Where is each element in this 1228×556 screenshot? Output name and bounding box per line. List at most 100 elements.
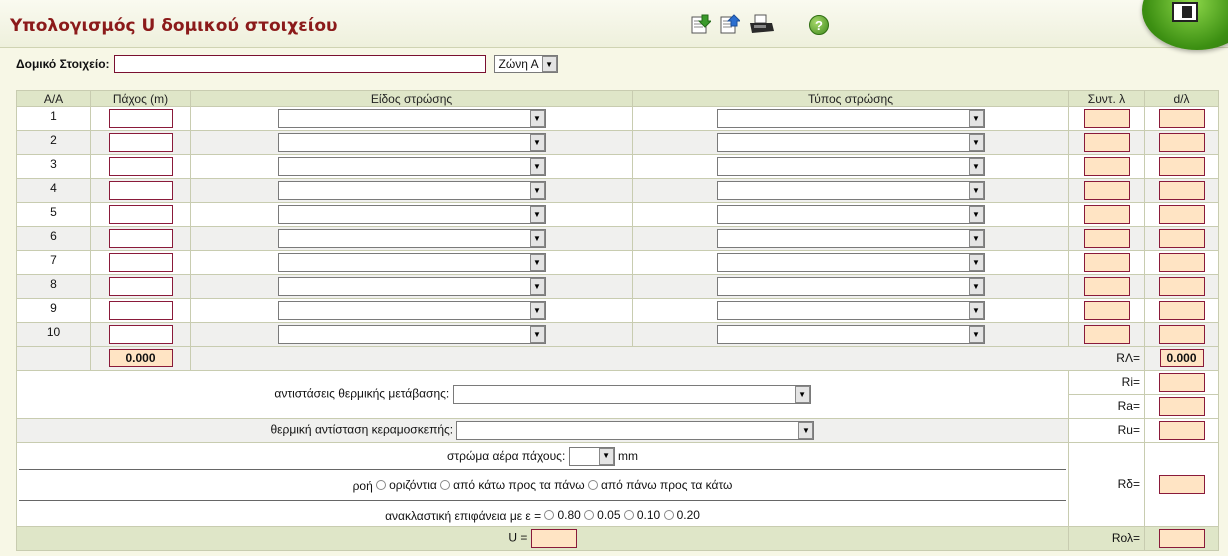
layer-type-select[interactable]: ▼ [716,157,985,176]
flow-option[interactable]: οριζόντια [376,470,437,500]
reflect-option[interactable]: 0.20 [663,501,700,529]
layer-kind-select[interactable]: ▼ [277,205,546,224]
thickness-input[interactable] [108,325,173,344]
row-number: 10 [16,322,91,347]
chevron-down-icon[interactable]: ▼ [529,206,545,223]
layer-kind-select[interactable]: ▼ [277,253,546,272]
d-lambda-value [1158,205,1205,224]
layer-type-select[interactable]: ▼ [716,109,985,128]
layer-type-select[interactable]: ▼ [716,133,985,152]
flow-option[interactable]: από πάνω προς τα κάτω [587,470,732,500]
zone-select[interactable]: Ζώνη Α ▼ [493,55,558,73]
total-thickness: 0.000 [108,349,173,368]
u-label: U = [508,530,528,545]
reflect-option[interactable]: 0.05 [584,501,621,529]
thickness-input[interactable] [108,301,173,320]
d-lambda-value [1158,109,1205,128]
table-header: Α/Α Πάχος (m) Είδος στρώσης Τύπος στρώση… [16,90,1219,107]
header-layer-type: Τύπος στρώσης [632,90,1069,107]
thickness-input[interactable] [108,205,173,224]
chevron-down-icon[interactable]: ▼ [968,302,984,319]
reflect-option[interactable]: 0.80 [544,501,581,529]
radio-button[interactable] [584,509,595,520]
layer-type-select[interactable]: ▼ [716,253,985,272]
thickness-input[interactable] [108,109,173,128]
chevron-down-icon[interactable]: ▼ [968,326,984,343]
download-icon[interactable] [689,13,711,35]
chevron-down-icon[interactable]: ▼ [529,278,545,295]
thickness-input[interactable] [108,277,173,296]
element-name-input[interactable] [113,55,486,73]
window-toggle-button[interactable] [1142,0,1228,50]
layer-kind-select[interactable]: ▼ [277,301,546,320]
layer-kind-select[interactable]: ▼ [277,157,546,176]
d-lambda-value [1158,253,1205,272]
layer-kind-select[interactable]: ▼ [277,109,546,128]
row-number: 1 [16,106,91,131]
layer-kind-select[interactable]: ▼ [277,133,546,152]
chevron-down-icon[interactable]: ▼ [529,254,545,271]
air-thickness-select[interactable]: ▼ [568,446,615,466]
help-icon[interactable]: ? [809,15,829,35]
chevron-down-icon[interactable]: ▼ [529,134,545,151]
chevron-down-icon[interactable]: ▼ [529,182,545,199]
layer-kind-select[interactable]: ▼ [277,229,546,248]
radio-button[interactable] [623,509,634,520]
chevron-down-icon[interactable]: ▼ [968,206,984,223]
tile-select[interactable]: ▼ [456,420,815,440]
chevron-down-icon[interactable]: ▼ [968,110,984,127]
ru-label: Ru= [1068,417,1145,443]
d-lambda-value [1158,277,1205,296]
ra-label: Ra= [1068,393,1145,419]
chevron-down-icon[interactable]: ▼ [968,230,984,247]
row-number: 7 [16,250,91,275]
radio-button[interactable] [544,509,555,520]
thickness-input[interactable] [108,229,173,248]
chevron-down-icon[interactable]: ▼ [541,56,557,72]
table-row: 7 ▼ ▼ [16,250,1219,275]
chevron-down-icon[interactable]: ▼ [968,134,984,151]
radio-button[interactable] [663,509,674,520]
chevron-down-icon[interactable]: ▼ [529,326,545,343]
row-number: 5 [16,202,91,227]
layer-type-select[interactable]: ▼ [716,325,985,344]
layer-type-select[interactable]: ▼ [716,277,985,296]
radio-button[interactable] [440,479,451,490]
upload-icon[interactable] [718,13,740,35]
layer-kind-select[interactable]: ▼ [277,277,546,296]
tile-label: θερμική αντίσταση κεραμοσκεπής: [270,422,454,437]
layer-type-select[interactable]: ▼ [716,205,985,224]
r-lambda-label: RΛ= [1116,351,1140,366]
layer-kind-select[interactable]: ▼ [277,181,546,200]
thickness-input[interactable] [108,133,173,152]
reflect-option[interactable]: 0.10 [623,501,660,529]
chevron-down-icon[interactable]: ▼ [529,302,545,319]
table-row: 8 ▼ ▼ [16,274,1219,299]
header-aa: Α/Α [16,90,91,107]
chevron-down-icon[interactable]: ▼ [529,110,545,127]
d-lambda-value [1158,325,1205,344]
d-lambda-value [1158,181,1205,200]
layer-type-select[interactable]: ▼ [716,229,985,248]
thickness-input[interactable] [108,157,173,176]
chevron-down-icon[interactable]: ▼ [598,447,614,465]
radio-button[interactable] [587,479,598,490]
chevron-down-icon[interactable]: ▼ [968,254,984,271]
chevron-down-icon[interactable]: ▼ [798,421,814,439]
print-icon[interactable] [748,13,774,35]
layer-type-select[interactable]: ▼ [716,301,985,320]
radio-button[interactable] [376,479,387,490]
chevron-down-icon[interactable]: ▼ [794,385,810,403]
transfer-select[interactable]: ▼ [452,384,811,404]
lambda-value [1083,133,1130,152]
thickness-input[interactable] [108,253,173,272]
layer-kind-select[interactable]: ▼ [277,325,546,344]
chevron-down-icon[interactable]: ▼ [968,278,984,295]
thickness-input[interactable] [108,181,173,200]
chevron-down-icon[interactable]: ▼ [529,230,545,247]
chevron-down-icon[interactable]: ▼ [968,182,984,199]
flow-option[interactable]: από κάτω προς τα πάνω [440,470,585,500]
chevron-down-icon[interactable]: ▼ [529,158,545,175]
layer-type-select[interactable]: ▼ [716,181,985,200]
chevron-down-icon[interactable]: ▼ [968,158,984,175]
